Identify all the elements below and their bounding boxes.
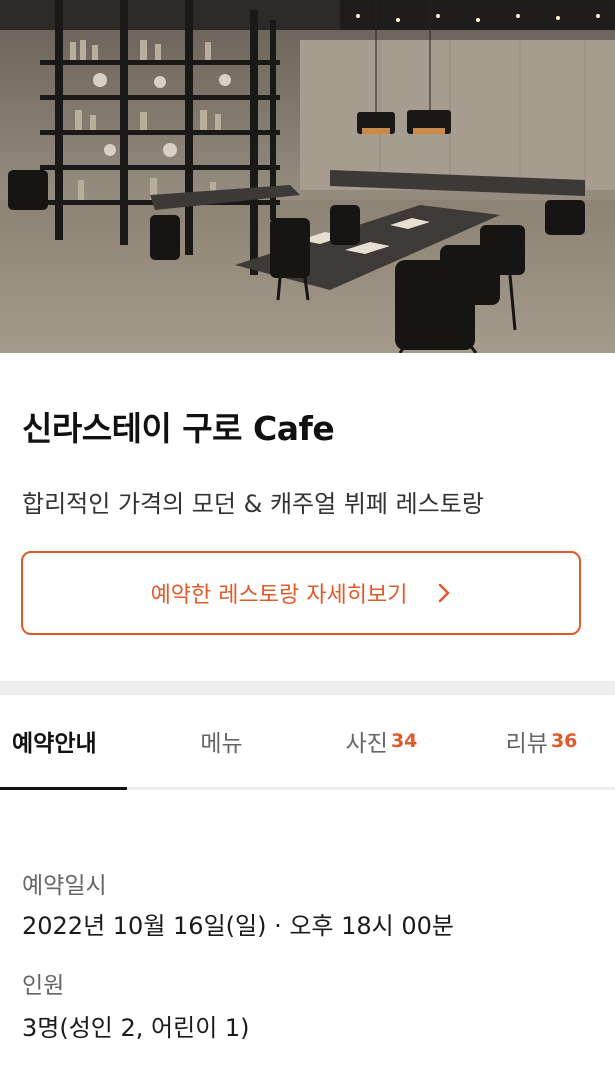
tab-label: 사진 [345,731,388,757]
reservation-date-value: 2022년 10월 16일(일) · 오후 18시 00분 [22,912,455,940]
section-divider [0,681,615,695]
tab-label: 메뉴 [200,731,243,757]
tab-photos[interactable]: 사진 34 [305,695,458,787]
chevron-right-icon [437,582,451,604]
photo-count-badge: 34 [390,730,418,752]
restaurant-description: 합리적인 가격의 모던 & 캐주얼 뷔페 레스토랑 [22,490,484,518]
restaurant-hero-image [0,0,615,353]
restaurant-detail-button[interactable]: 예약한 레스토랑 자세히보기 [21,551,581,635]
tab-reviews[interactable]: 리뷰 36 [465,695,615,787]
review-count-badge: 36 [550,730,578,752]
restaurant-name: 신라스테이 구로 Cafe [22,409,335,448]
tab-reservation-info[interactable]: 예약안내 [0,695,140,790]
tab-label: 리뷰 [505,731,548,757]
reservation-date-label: 예약일시 [22,873,107,899]
party-size-label: 인원 [22,973,65,999]
party-size-value: 3명(성인 2, 어린이 1) [22,1014,250,1042]
tab-label: 예약안내 [12,731,97,757]
tab-menu[interactable]: 메뉴 [145,695,298,787]
restaurant-detail-label: 예약한 레스토랑 자세히보기 [150,583,408,608]
tab-bar: 예약안내 메뉴 사진 34 리뷰 36 [0,695,615,790]
